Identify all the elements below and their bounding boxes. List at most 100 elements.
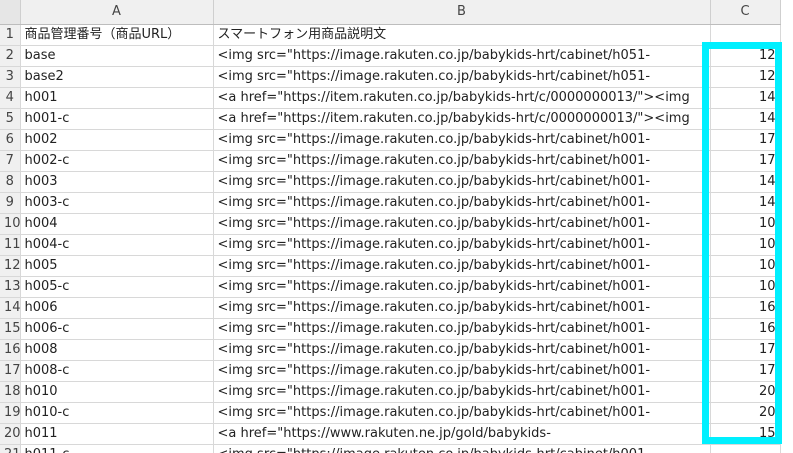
cell-a[interactable]: h004-c: [20, 234, 214, 256]
cell-b[interactable]: <img src="https://image.rakuten.co.jp/ba…: [213, 297, 711, 319]
table-row: 20 h011 <a href="https://www.rakuten.ne.jp…: [0, 423, 781, 445]
column-header-a[interactable]: A: [20, 0, 214, 25]
cell-c[interactable]: 14: [710, 192, 781, 214]
row-header[interactable]: 1: [0, 24, 21, 46]
row-header[interactable]: 16: [0, 339, 21, 361]
cell-a[interactable]: h001-c: [20, 108, 214, 130]
table-row: 14 h006 <img src="https://image.rakuten.co…: [0, 297, 781, 319]
cell-b[interactable]: <img src="https://image.rakuten.co.jp/ba…: [213, 339, 711, 361]
cell-b[interactable]: スマートフォン用商品説明文: [213, 24, 711, 46]
cell-a[interactable]: h003-c: [20, 192, 214, 214]
row-header[interactable]: 3: [0, 66, 21, 88]
cell-c[interactable]: 10: [710, 213, 781, 235]
row-header[interactable]: 2: [0, 45, 21, 67]
cell-b[interactable]: <img src="https://image.rakuten.co.jp/ba…: [213, 192, 711, 214]
row-header[interactable]: 12: [0, 255, 21, 277]
cell-b[interactable]: <img src="https://image.rakuten.co.jp/ba…: [213, 381, 711, 403]
cell-a[interactable]: h002: [20, 129, 214, 151]
cell-a[interactable]: base: [20, 45, 214, 67]
cell-b[interactable]: <img src="https://image.rakuten.co.jp/ba…: [213, 45, 711, 67]
cell-c[interactable]: 20: [710, 402, 781, 424]
table-row: 2 base <img src="https://image.rakuten.co.…: [0, 45, 781, 67]
cell-b[interactable]: <img src="https://image.rakuten.co.jp/ba…: [213, 444, 711, 453]
cell-a[interactable]: h010-c: [20, 402, 214, 424]
cell-a[interactable]: h005-c: [20, 276, 214, 298]
cell-b[interactable]: <img src="https://image.rakuten.co.jp/ba…: [213, 276, 711, 298]
cell-c[interactable]: 20: [710, 381, 781, 403]
select-all-corner[interactable]: [0, 0, 21, 25]
table-row: 7 h002-c <img src="https://image.rakuten.c…: [0, 150, 781, 172]
cell-b[interactable]: <a href="https://www.rakuten.ne.jp/gold/…: [213, 423, 711, 445]
cell-b[interactable]: <a href="https://item.rakuten.co.jp/baby…: [213, 87, 711, 109]
cell-a[interactable]: 商品管理番号（商品URL）: [20, 24, 214, 46]
table-row: 6 h002 <img src="https://image.rakuten.co.…: [0, 129, 781, 151]
cell-a[interactable]: base2: [20, 66, 214, 88]
table-row: 4 h001 <a href="https://item.rakuten.co.jp…: [0, 87, 781, 109]
row-header[interactable]: 6: [0, 129, 21, 151]
row-header[interactable]: 7: [0, 150, 21, 172]
cell-b[interactable]: <img src="https://image.rakuten.co.jp/ba…: [213, 318, 711, 340]
cell-c[interactable]: 12: [710, 45, 781, 67]
cell-c[interactable]: 17: [710, 360, 781, 382]
cell-c[interactable]: [710, 24, 781, 46]
cell-a[interactable]: h002-c: [20, 150, 214, 172]
cell-c[interactable]: 17: [710, 129, 781, 151]
cell-c[interactable]: 14: [710, 171, 781, 193]
cell-b[interactable]: <img src="https://image.rakuten.co.jp/ba…: [213, 150, 711, 172]
row-header[interactable]: 4: [0, 87, 21, 109]
row-header[interactable]: 10: [0, 213, 21, 235]
cell-c[interactable]: 10: [710, 234, 781, 256]
cell-c[interactable]: 17: [710, 339, 781, 361]
row-header[interactable]: 18: [0, 381, 21, 403]
cell-a[interactable]: h011: [20, 423, 214, 445]
cell-a[interactable]: h011-c: [20, 444, 214, 453]
cell-c[interactable]: 14: [710, 108, 781, 130]
cell-a[interactable]: h005: [20, 255, 214, 277]
row-header[interactable]: 20: [0, 423, 21, 445]
row-header[interactable]: 21: [0, 444, 21, 453]
cell-a[interactable]: h006-c: [20, 318, 214, 340]
cell-b[interactable]: <img src="https://image.rakuten.co.jp/ba…: [213, 213, 711, 235]
cell-b[interactable]: <img src="https://image.rakuten.co.jp/ba…: [213, 402, 711, 424]
cell-a[interactable]: h008-c: [20, 360, 214, 382]
row-header[interactable]: 19: [0, 402, 21, 424]
row-header[interactable]: 17: [0, 360, 21, 382]
table-row: 18 h010 <img src="https://image.rakuten.co…: [0, 381, 781, 403]
row-header[interactable]: 14: [0, 297, 21, 319]
cell-a[interactable]: h001: [20, 87, 214, 109]
cell-a[interactable]: h004: [20, 213, 214, 235]
table-row: 1 商品管理番号（商品URL） スマートフォン用商品説明文: [0, 24, 781, 46]
table-row: 9 h003-c <img src="https://image.rakuten.c…: [0, 192, 781, 214]
cell-c[interactable]: 12: [710, 66, 781, 88]
column-header-c[interactable]: C: [710, 0, 781, 25]
row-header[interactable]: 5: [0, 108, 21, 130]
row-header[interactable]: 15: [0, 318, 21, 340]
cell-c[interactable]: [710, 444, 781, 453]
cell-b[interactable]: <a href="https://item.rakuten.co.jp/baby…: [213, 108, 711, 130]
column-header-b[interactable]: B: [213, 0, 711, 25]
table-row: 16 h008 <img src="https://image.rakuten.co…: [0, 339, 781, 361]
cell-a[interactable]: h008: [20, 339, 214, 361]
row-header[interactable]: 8: [0, 171, 21, 193]
cell-c[interactable]: 10: [710, 255, 781, 277]
cell-b[interactable]: <img src="https://image.rakuten.co.jp/ba…: [213, 129, 711, 151]
cell-c[interactable]: 17: [710, 150, 781, 172]
cell-a[interactable]: h010: [20, 381, 214, 403]
row-header[interactable]: 11: [0, 234, 21, 256]
cell-b[interactable]: <img src="https://image.rakuten.co.jp/ba…: [213, 360, 711, 382]
cell-b[interactable]: <img src="https://image.rakuten.co.jp/ba…: [213, 66, 711, 88]
cell-c[interactable]: 16: [710, 318, 781, 340]
row-header[interactable]: 9: [0, 192, 21, 214]
cell-c[interactable]: 15: [710, 423, 781, 445]
cell-a[interactable]: h006: [20, 297, 214, 319]
row-header[interactable]: 13: [0, 276, 21, 298]
cell-c[interactable]: 10: [710, 276, 781, 298]
cell-b[interactable]: <img src="https://image.rakuten.co.jp/ba…: [213, 234, 711, 256]
cell-a[interactable]: h003: [20, 171, 214, 193]
cell-b[interactable]: <img src="https://image.rakuten.co.jp/ba…: [213, 255, 711, 277]
table-row: 19 h010-c <img src="https://image.rakuten.…: [0, 402, 781, 424]
cell-b[interactable]: <img src="https://image.rakuten.co.jp/ba…: [213, 171, 711, 193]
cell-c[interactable]: 14: [710, 87, 781, 109]
cell-c[interactable]: 16: [710, 297, 781, 319]
spreadsheet-view: A B C 1 商品管理番号（商品URL） スマートフォン用商品説明文 2 base <i…: [0, 0, 793, 453]
